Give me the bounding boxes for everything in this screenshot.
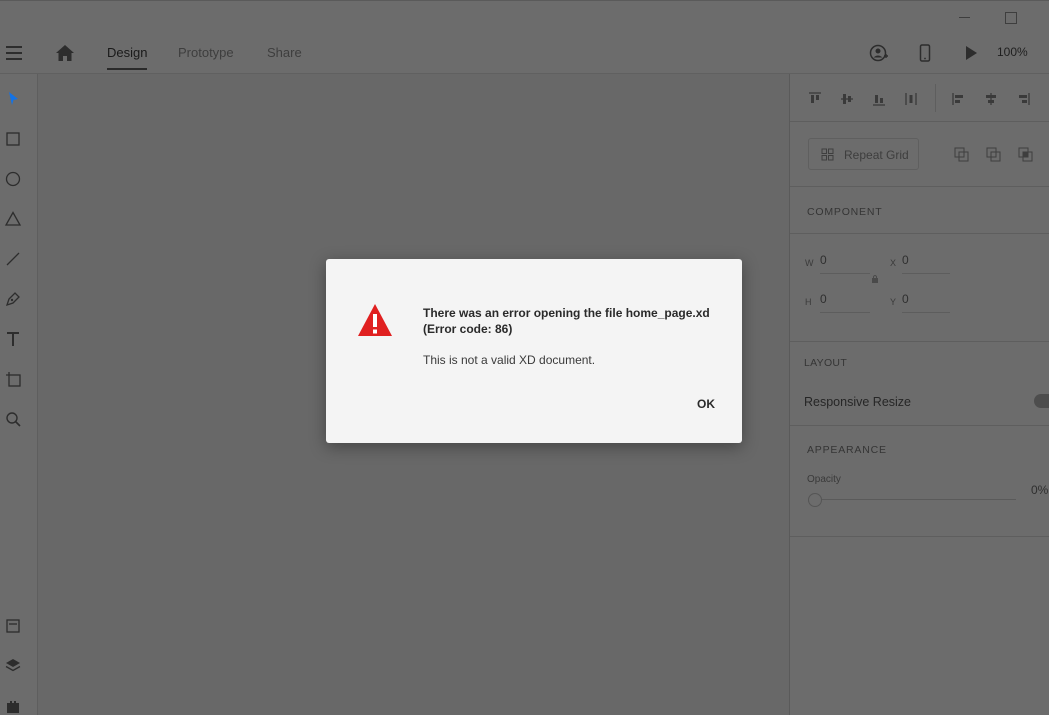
repeat-grid-button[interactable]: Repeat Grid [808, 138, 919, 170]
opacity-input[interactable]: 0% [1031, 483, 1048, 497]
mobile-device-icon[interactable] [915, 44, 935, 62]
align-center-icon[interactable] [984, 92, 998, 106]
x-input[interactable]: 0 [902, 253, 909, 267]
boolean-intersect-icon[interactable] [1018, 147, 1033, 162]
lock-icon[interactable] [871, 274, 879, 284]
tab-design[interactable]: Design [107, 45, 148, 70]
opacity-label: Opacity [807, 474, 841, 485]
error-title: There was an error opening the file home… [423, 306, 710, 336]
opacity-slider-handle[interactable] [808, 493, 822, 507]
distribute-vertical-icon[interactable] [904, 92, 918, 106]
y-label: Y [890, 297, 897, 307]
responsive-resize-label: Responsive Resize [804, 395, 911, 409]
rectangle-icon[interactable] [4, 130, 22, 148]
component-title: COMPONENT [807, 206, 883, 218]
width-input[interactable]: 0 [820, 253, 827, 267]
x-label: X [890, 258, 897, 268]
ok-button[interactable]: OK [685, 393, 727, 415]
align-toolbar [790, 74, 1049, 122]
plugins-icon[interactable] [4, 697, 22, 715]
height-label: H [805, 297, 812, 307]
appearance-title: APPEARANCE [807, 444, 887, 456]
align-top-icon[interactable] [808, 92, 822, 106]
zoom-icon[interactable] [4, 410, 22, 428]
title-bar [0, 0, 1049, 33]
align-bottom-icon[interactable] [872, 92, 886, 106]
tab-share[interactable]: Share [267, 45, 302, 60]
app-header: Design Prototype Share 100% [0, 33, 1049, 74]
user-share-icon[interactable] [869, 44, 889, 62]
minimize-icon[interactable] [957, 9, 973, 25]
repeat-grid-icon [821, 148, 834, 161]
polygon-icon[interactable] [4, 210, 22, 228]
repeat-grid-label: Repeat Grid [844, 148, 909, 162]
hamburger-menu-icon[interactable] [6, 46, 22, 60]
transform-section: W 0 X 0 H 0 Y 0 [790, 233, 1049, 341]
layers-icon[interactable] [4, 657, 22, 675]
home-icon[interactable] [55, 44, 75, 62]
component-section: COMPONENT [790, 186, 1049, 233]
divider [935, 84, 936, 112]
align-left-icon[interactable] [952, 92, 966, 106]
tools-toolbar [0, 74, 38, 715]
ellipse-icon[interactable] [4, 170, 22, 188]
y-input[interactable]: 0 [902, 292, 909, 306]
error-dialog: There was an error opening the file home… [326, 259, 742, 443]
error-message: This is not a valid XD document. [423, 353, 596, 367]
maximize-icon[interactable] [1003, 9, 1019, 25]
pen-icon[interactable] [4, 290, 22, 308]
width-label: W [805, 258, 814, 268]
warning-icon [358, 304, 392, 336]
boolean-add-icon[interactable] [954, 147, 969, 162]
zoom-level[interactable]: 100% [997, 45, 1028, 59]
align-middle-icon[interactable] [840, 92, 854, 106]
select-icon[interactable] [4, 90, 22, 108]
play-icon[interactable] [961, 44, 981, 62]
boolean-subtract-icon[interactable] [986, 147, 1001, 162]
opacity-slider-track[interactable] [818, 499, 1016, 500]
property-inspector: Repeat Grid COMPONENT W 0 X 0 H 0 Y 0 LA… [789, 74, 1049, 715]
responsive-resize-toggle[interactable] [1034, 394, 1049, 408]
height-input[interactable]: 0 [820, 292, 827, 306]
layout-section: LAYOUT [790, 341, 1049, 425]
document-assets-icon[interactable] [4, 617, 22, 635]
artboard-icon[interactable] [4, 370, 22, 388]
text-icon[interactable] [4, 330, 22, 348]
line-icon[interactable] [4, 250, 22, 268]
layout-title: LAYOUT [804, 357, 848, 369]
tab-prototype[interactable]: Prototype [178, 45, 234, 60]
align-right-icon[interactable] [1016, 92, 1030, 106]
